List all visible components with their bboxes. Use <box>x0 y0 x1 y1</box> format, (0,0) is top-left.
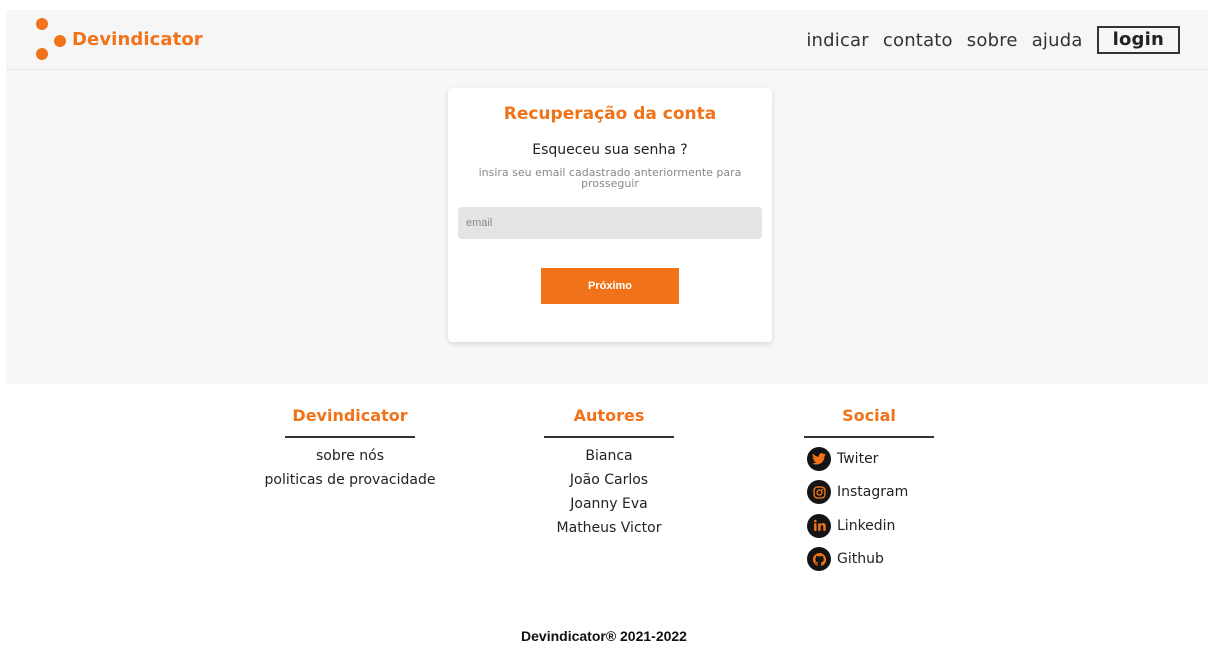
footer-social-heading: Social <box>842 406 896 425</box>
author-name: Matheus Victor <box>556 520 662 536</box>
instagram-icon <box>807 480 831 505</box>
nav-link-sobre[interactable]: sobre <box>967 30 1018 51</box>
divider <box>804 436 934 438</box>
card-hint: insira seu email cadastrado anteriorment… <box>478 166 742 190</box>
next-button[interactable]: Próximo <box>541 268 679 304</box>
top-navbar: Devindicator indicar contato sobre ajuda… <box>6 10 1208 70</box>
footer-brand-column: Devindicator sobre nós politicas de prov… <box>230 404 470 492</box>
github-icon <box>807 547 831 572</box>
author-name: Joanny Eva <box>570 496 648 512</box>
footer-link-politicas[interactable]: politicas de provacidade <box>230 468 470 492</box>
nav-link-contato[interactable]: contato <box>883 30 953 51</box>
logo-dot-bottom-icon <box>36 48 48 60</box>
recovery-card: Recuperação da conta Esqueceu sua senha … <box>448 88 772 342</box>
social-link-twitter[interactable]: Twiter <box>807 442 989 476</box>
footer-social-column: Social Twiter Instagram Linkedin Github <box>749 404 989 576</box>
email-field[interactable] <box>458 207 762 239</box>
social-label: Twiter <box>837 450 879 467</box>
logo-dot-middle-icon <box>54 35 66 47</box>
social-link-github[interactable]: Github <box>807 543 989 577</box>
brand-name: Devindicator <box>72 29 203 50</box>
linkedin-icon <box>807 513 831 538</box>
social-label: Github <box>837 551 884 568</box>
nav-link-indicar[interactable]: indicar <box>806 30 869 51</box>
footer-link-sobre-nos[interactable]: sobre nós <box>230 444 470 468</box>
social-label: Instagram <box>837 484 909 501</box>
social-link-linkedin[interactable]: Linkedin <box>807 509 989 543</box>
social-label: Linkedin <box>837 517 896 534</box>
card-question: Esqueceu sua senha ? <box>532 142 688 158</box>
copyright-text: Devindicator® 2021-2022 <box>521 628 687 644</box>
logo-dot-top-icon <box>36 18 48 30</box>
twitter-icon <box>807 446 831 471</box>
nav-link-ajuda[interactable]: ajuda <box>1032 30 1083 51</box>
login-button[interactable]: login <box>1096 26 1180 54</box>
brand-logo[interactable]: Devindicator <box>34 18 203 62</box>
divider <box>544 436 674 438</box>
divider <box>285 436 415 438</box>
card-title: Recuperação da conta <box>503 104 717 124</box>
main-nav: indicar contato sobre ajuda login <box>806 25 1180 55</box>
author-name: João Carlos <box>569 472 649 488</box>
social-list: Twiter Instagram Linkedin Github <box>807 442 989 576</box>
author-name: Bianca <box>585 448 633 464</box>
footer-authors-column: Autores Bianca João Carlos Joanny Eva Ma… <box>489 404 729 540</box>
footer-authors-heading: Autores <box>573 406 645 425</box>
footer-brand-heading: Devindicator <box>292 406 408 425</box>
main-area: Recuperação da conta Esqueceu sua senha … <box>6 70 1208 384</box>
social-link-instagram[interactable]: Instagram <box>807 476 989 510</box>
